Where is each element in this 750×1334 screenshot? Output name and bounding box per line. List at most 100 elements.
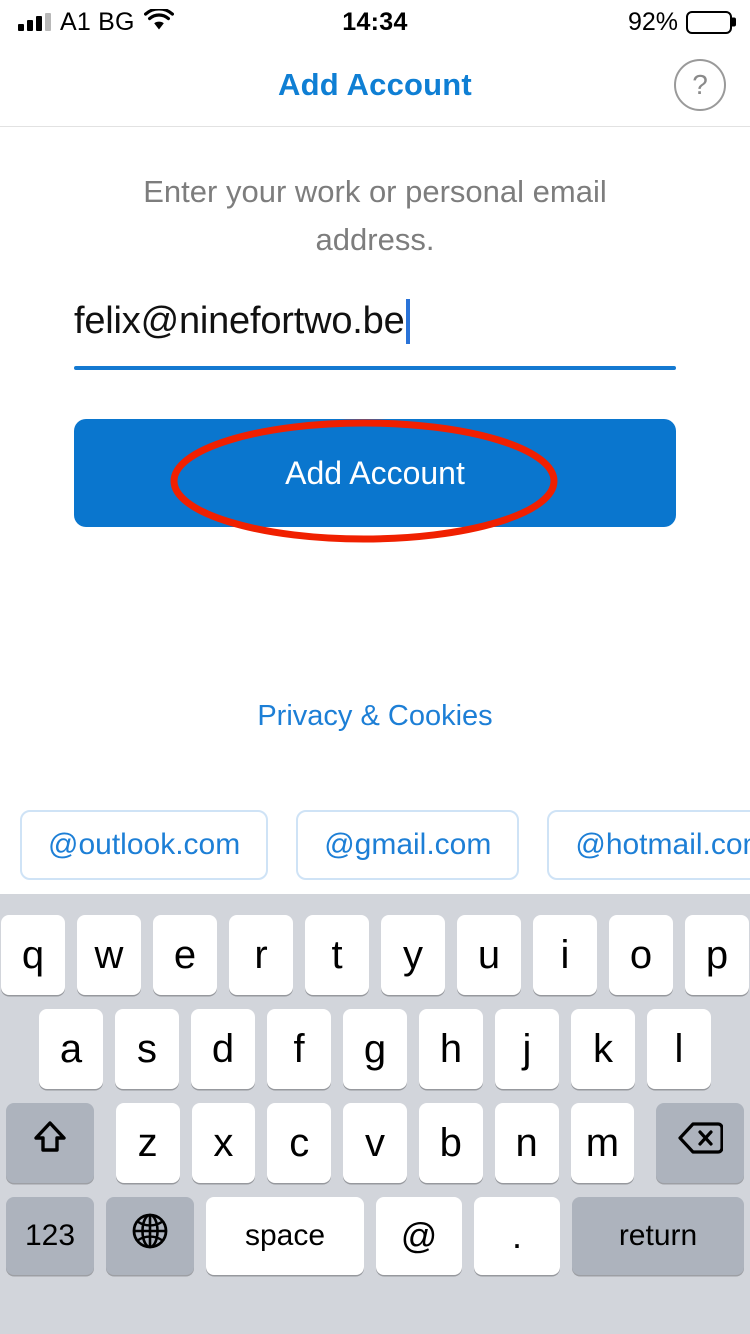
status-bar-right: 92% [627,7,736,37]
page-title: Add Account [278,67,472,102]
key-h[interactable]: h [419,1009,483,1089]
add-account-button-label: Add Account [285,454,465,491]
return-key[interactable]: return [572,1197,744,1275]
on-screen-keyboard: q w e r t y u i o p a s d f g h j k l z … [0,894,750,1334]
key-label: w [94,932,124,977]
help-button[interactable]: ? [674,59,726,111]
key-label: l [674,1026,684,1071]
cellular-signal-icon [18,13,51,31]
suggestion-chip-hotmail[interactable]: @hotmail.com [547,810,750,880]
key-label: t [331,932,343,977]
key-label: b [439,1120,462,1165]
key-q[interactable]: q [1,915,65,995]
key-label: s [137,1026,157,1071]
email-input-value: felix@ninefortwo.be [74,299,405,342]
shift-icon [29,1117,71,1169]
carrier-label: A1 BG [60,7,135,36]
key-label: i [560,932,570,977]
email-field-underline [74,366,676,370]
key-b[interactable]: b [418,1103,483,1183]
key-l[interactable]: l [647,1009,711,1089]
battery-icon [686,10,736,34]
key-v[interactable]: v [343,1103,407,1183]
key-s[interactable]: s [115,1009,179,1089]
question-mark-icon: ? [692,69,708,100]
wifi-icon [143,6,174,36]
key-a[interactable]: a [39,1009,103,1089]
keyboard-row-1: q w e r t y u i o p [0,908,750,1002]
text-cursor [405,298,410,344]
keyboard-row-2: a s d f g h j k l [0,1002,750,1096]
key-g[interactable]: g [343,1009,407,1089]
keyboard-row-3: z x c v b n m [0,1096,750,1190]
key-label: d [211,1026,235,1071]
key-y[interactable]: y [381,915,445,995]
key-m[interactable]: m [570,1103,635,1183]
privacy-and-cookies-link[interactable]: Privacy & Cookies [0,700,750,733]
key-d[interactable]: d [191,1009,255,1089]
key-label: 123 [24,1219,76,1252]
navigation-bar: Add Account ? [0,44,750,127]
key-t[interactable]: t [305,915,369,995]
keyboard-row-4: 123 space @ . return [0,1190,750,1282]
email-field[interactable]: felix@ninefortwo.be [74,290,676,370]
key-label: e [173,932,197,977]
space-key[interactable]: space [206,1197,364,1275]
key-label: space [244,1219,326,1252]
status-bar: A1 BG 14:34 92% [0,0,750,44]
suggestion-chip-label: @hotmail.com [575,828,750,861]
key-label: y [403,932,423,977]
suggestion-chip-gmail[interactable]: @gmail.com [296,810,520,880]
backspace-key[interactable] [656,1103,745,1183]
numbers-key[interactable]: 123 [6,1197,94,1275]
battery-percent-label: 92% [627,7,678,36]
key-o[interactable]: o [609,915,673,995]
key-label: g [363,1026,387,1071]
instruction-text: Enter your work or personal email addres… [143,174,607,257]
key-label: z [137,1120,158,1165]
suggestion-chip-outlook[interactable]: @outlook.com [20,810,269,880]
key-label: v [365,1120,385,1165]
key-e[interactable]: e [153,915,217,995]
key-u[interactable]: u [457,915,521,995]
key-i[interactable]: i [533,915,597,995]
globe-key[interactable] [106,1197,194,1275]
key-f[interactable]: f [267,1009,331,1089]
email-input-row[interactable]: felix@ninefortwo.be [74,290,676,352]
key-label: o [629,932,653,977]
key-label: p [705,932,729,977]
add-account-button[interactable]: Add Account [74,419,676,527]
suggestion-chip-label: @outlook.com [48,828,241,861]
key-j[interactable]: j [495,1009,559,1089]
key-label: c [289,1120,310,1165]
key-label: x [213,1120,234,1165]
globe-icon [129,1210,171,1262]
key-z[interactable]: z [115,1103,180,1183]
key-x[interactable]: x [191,1103,256,1183]
key-label: return [618,1219,698,1252]
key-label: u [477,932,501,977]
status-bar-left: A1 BG [18,6,174,37]
key-c[interactable]: c [267,1103,332,1183]
key-label: k [593,1026,613,1071]
key-label: m [585,1120,620,1165]
at-key[interactable]: @ [376,1197,462,1275]
key-label: . [511,1215,522,1256]
key-n[interactable]: n [494,1103,559,1183]
period-key[interactable]: . [474,1197,560,1275]
key-label: q [21,932,45,977]
key-w[interactable]: w [77,915,141,995]
shift-key[interactable] [6,1103,94,1183]
key-r[interactable]: r [229,915,293,995]
key-label: @ [400,1215,438,1256]
key-label: h [439,1026,463,1071]
key-label: f [293,1026,305,1071]
domain-suggestion-bar: @outlook.com @gmail.com @hotmail.com [0,810,750,880]
key-label: n [515,1120,538,1165]
key-p[interactable]: p [685,915,749,995]
key-label: a [59,1026,83,1071]
key-k[interactable]: k [571,1009,635,1089]
backspace-icon [677,1120,724,1166]
key-label: r [254,932,268,977]
key-label: j [522,1026,532,1071]
